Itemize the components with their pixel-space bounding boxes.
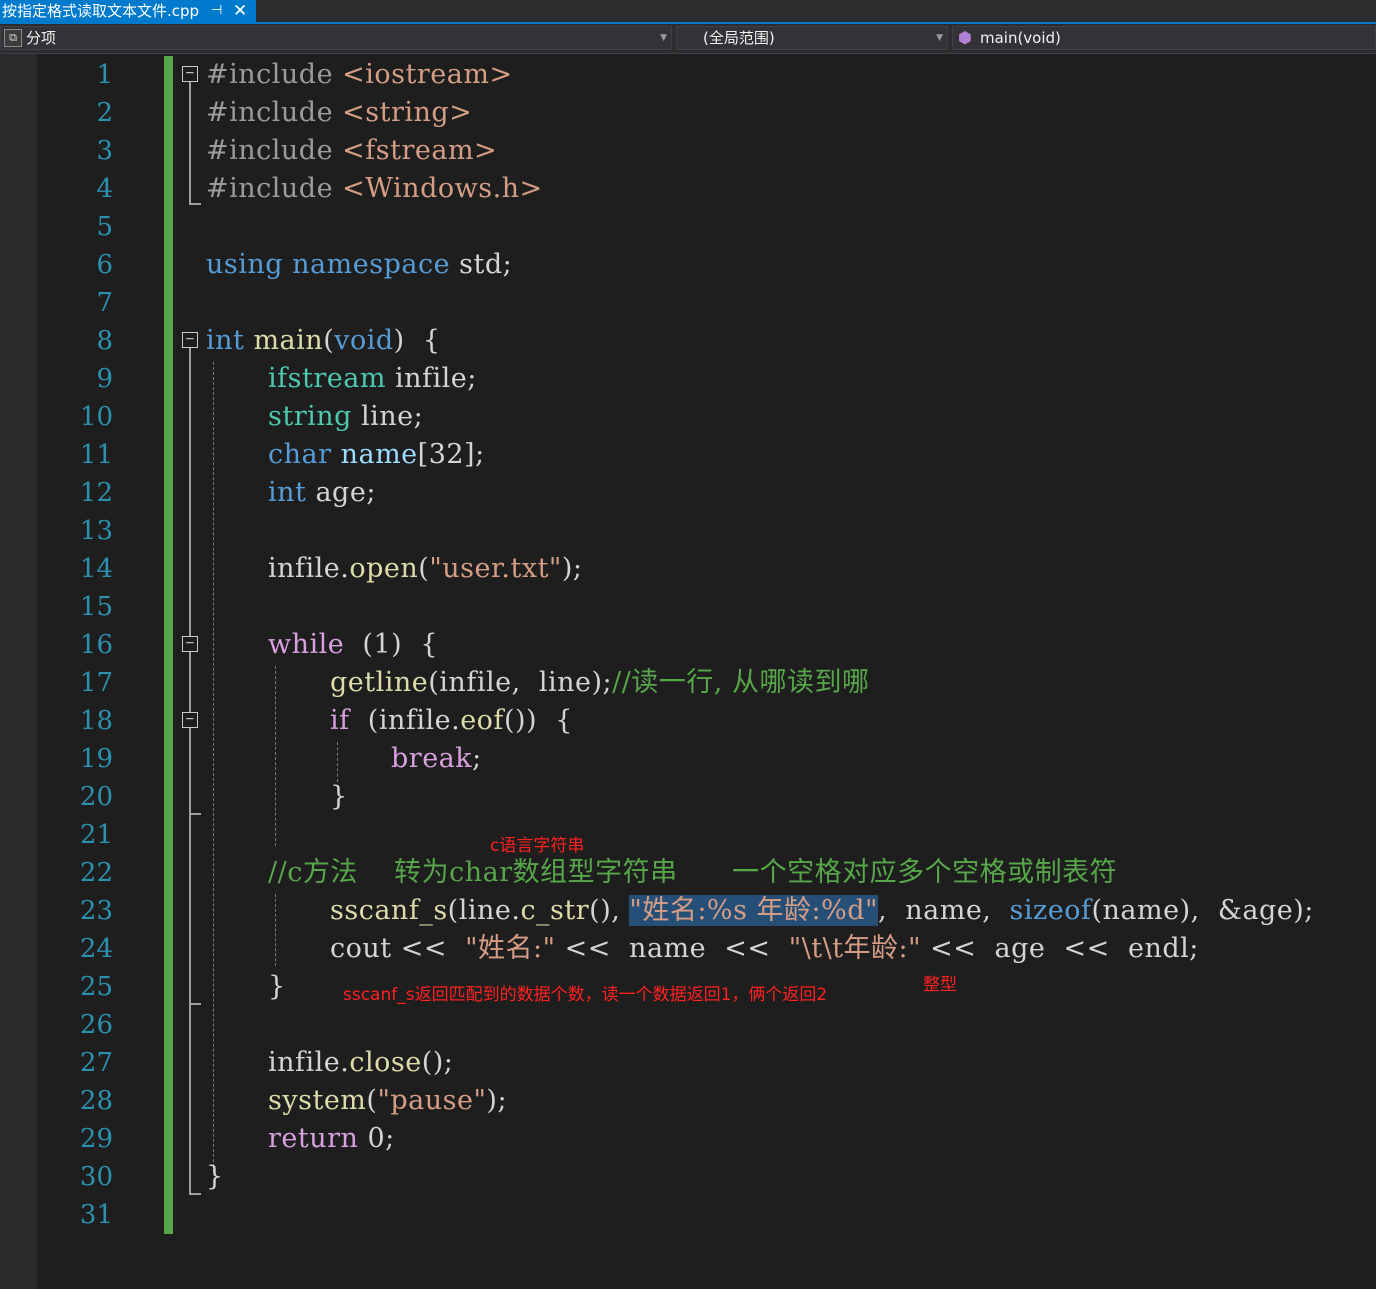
code-line-12: int age; <box>268 477 376 508</box>
outline-line <box>189 348 191 1194</box>
line-number: 15 <box>79 592 113 622</box>
code-line-14: infile.open("user.txt"); <box>268 553 583 584</box>
code-line-23: sscanf_s(line.c_str(), "姓名:%s 年龄:%d", na… <box>330 895 1314 926</box>
line-number: 16 <box>79 630 113 660</box>
code-line-17: getline(infile, line);//读一行, 从哪读到哪 <box>330 667 870 698</box>
code-line-20: } <box>330 781 348 812</box>
line-number: 5 <box>96 212 113 242</box>
code-line-2: #include <string> <box>206 97 473 128</box>
code-line-28: system("pause"); <box>268 1085 508 1116</box>
line-number: 24 <box>79 934 113 964</box>
code-line-4: #include <Windows.h> <box>206 173 543 204</box>
outline-line <box>189 1003 201 1005</box>
indent-guide <box>213 362 214 1172</box>
line-number: 1 <box>96 60 113 90</box>
line-number: 22 <box>79 858 113 888</box>
line-number: 20 <box>79 782 113 812</box>
line-number: 30 <box>79 1162 113 1192</box>
code-line-8: int main(void) { <box>206 325 441 356</box>
code-line-29: return 0; <box>268 1123 395 1154</box>
scope-dropdown[interactable]: (全局范围) ▼ <box>676 26 948 50</box>
line-number: 12 <box>79 478 113 508</box>
code-line-18: if (infile.eof()) { <box>330 705 573 736</box>
code-line-9: ifstream infile; <box>268 363 477 394</box>
pin-icon[interactable]: ⊣ <box>211 0 222 22</box>
member-label: main(void) <box>979 29 1061 47</box>
line-number: 21 <box>79 820 113 850</box>
indent-guide <box>337 742 338 782</box>
line-number: 31 <box>79 1200 113 1230</box>
outline-line <box>189 82 191 204</box>
scope-label: (全局范围) <box>703 29 775 47</box>
code-line-10: string line; <box>268 401 424 432</box>
tab-active-file[interactable]: 按指定格式读取文本文件.cpp ⊣ ✕ <box>0 0 256 22</box>
line-number: 2 <box>96 98 113 128</box>
line-number: 4 <box>96 174 113 204</box>
indent-guide <box>275 894 276 966</box>
tab-filename: 按指定格式读取文本文件.cpp <box>2 2 200 20</box>
code-line-16: while (1) { <box>268 629 439 660</box>
member-dropdown[interactable]: ⬢ main(void) <box>952 26 1376 50</box>
project-label: 分项 <box>26 29 57 47</box>
line-number: 10 <box>79 402 113 432</box>
line-number: 9 <box>96 364 113 394</box>
outline-line <box>189 1193 201 1195</box>
line-number: 23 <box>79 896 113 926</box>
line-number: 25 <box>79 972 113 1002</box>
code-line-24: cout << "姓名:" << name << "\t\t年龄:" << ag… <box>330 933 1199 964</box>
change-tracking-bar <box>164 56 173 1234</box>
line-number: 8 <box>96 326 113 356</box>
line-number: 11 <box>79 440 113 470</box>
code-line-30: } <box>206 1161 224 1192</box>
cube-icon: ⬢ <box>958 28 972 47</box>
line-number: 19 <box>79 744 113 774</box>
project-dropdown[interactable]: ⧉ 分项 ▼ <box>0 26 672 50</box>
selection-margin <box>0 54 37 1289</box>
annotation-c-string: c语言字符串 <box>490 836 585 856</box>
selected-text: "姓名:%s 年龄:%d" <box>629 895 878 926</box>
line-number: 14 <box>79 554 113 584</box>
collapse-icon[interactable]: − <box>182 712 198 728</box>
line-number: 26 <box>79 1010 113 1040</box>
line-number: 7 <box>96 288 113 318</box>
close-icon[interactable]: ✕ <box>233 0 247 22</box>
annotation-sscanf-return: sscanf_s返回匹配到的数据个数，读一个数据返回1，俩个返回2 <box>343 985 828 1005</box>
line-number: 13 <box>79 516 113 546</box>
outline-line <box>189 203 201 205</box>
code-line-1: #include <iostream> <box>206 59 513 90</box>
navigation-bar: ⧉ 分项 ▼ (全局范围) ▼ ⬢ main(void) <box>0 24 1376 54</box>
indent-guide <box>275 666 276 846</box>
code-line-6: using namespace std; <box>206 249 513 280</box>
code-line-27: infile.close(); <box>268 1047 454 1078</box>
code-line-25: } <box>268 971 286 1002</box>
line-number: 17 <box>79 668 113 698</box>
line-number: 6 <box>96 250 113 280</box>
outline-line <box>189 813 201 815</box>
line-number: 27 <box>79 1048 113 1078</box>
project-icon: ⧉ <box>4 29 22 47</box>
line-number: 3 <box>96 136 113 166</box>
document-tab-bar: 按指定格式读取文本文件.cpp ⊣ ✕ <box>0 0 1376 24</box>
code-line-3: #include <fstream> <box>206 135 498 166</box>
collapse-icon[interactable]: − <box>182 66 198 82</box>
annotation-integer: 整型 <box>923 975 957 995</box>
chevron-down-icon: ▼ <box>660 33 667 43</box>
code-line-11: char name[32]; <box>268 439 485 470</box>
line-number: 18 <box>79 706 113 736</box>
collapse-icon[interactable]: − <box>182 636 198 652</box>
code-line-19: break; <box>391 743 482 774</box>
code-line-22: //c方法 转为char数组型字符串 一个空格对应多个空格或制表符 <box>268 857 1118 888</box>
chevron-down-icon: ▼ <box>936 33 943 43</box>
collapse-icon[interactable]: − <box>182 332 198 348</box>
line-number: 28 <box>79 1086 113 1116</box>
line-number: 29 <box>79 1124 113 1154</box>
